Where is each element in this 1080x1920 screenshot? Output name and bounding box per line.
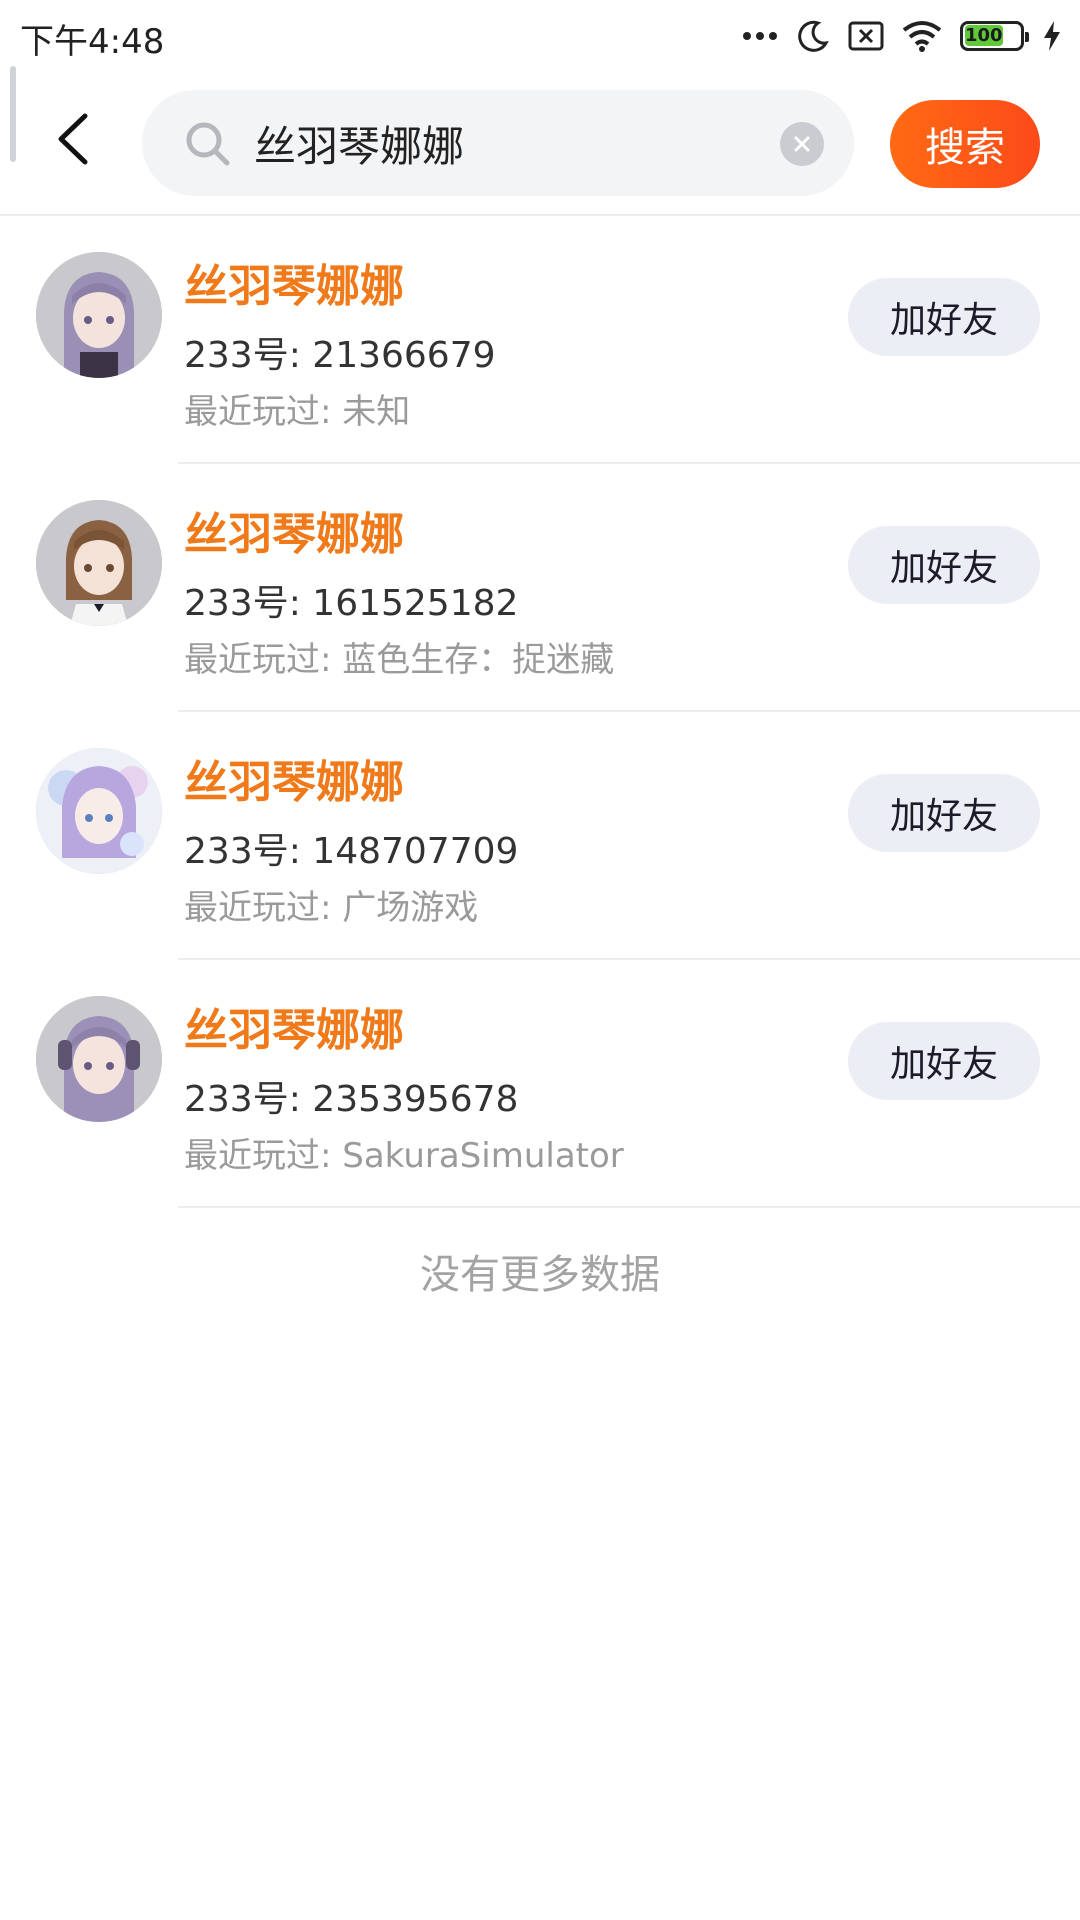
user-name: 丝羽琴娜娜 [184,261,404,312]
back-button[interactable] [40,108,106,174]
more-dots-icon [742,31,778,41]
user-id: 233号: 161525182 [184,583,519,624]
avatar[interactable] [36,252,162,378]
add-friend-button[interactable]: 加好友 [848,278,1040,356]
moon-icon [796,19,830,53]
battery-level: 100 [965,25,1003,46]
add-friend-button[interactable]: 加好友 [848,1022,1040,1100]
charging-icon [1042,20,1062,52]
search-input[interactable] [254,112,754,174]
no-more-data-text: 没有更多数据 [420,1252,660,1298]
recent-played: 最近玩过: 广场游戏 [184,888,479,928]
status-icons: 100 [742,16,1062,56]
add-friend-button[interactable]: 加好友 [848,526,1040,604]
search-button[interactable]: 搜索 [890,100,1040,188]
user-id: 233号: 235395678 [184,1079,519,1120]
add-friend-button[interactable]: 加好友 [848,774,1040,852]
list-item[interactable]: 丝羽琴娜娜 233号: 161525182 最近玩过: 蓝色生存：捉迷藏 加好友 [0,464,1080,712]
list-item[interactable]: 丝羽琴娜娜 233号: 148707709 最近玩过: 广场游戏 加好友 [0,712,1080,960]
user-id: 233号: 148707709 [184,831,519,872]
user-name: 丝羽琴娜娜 [184,757,404,808]
user-id: 233号: 21366679 [184,335,496,376]
list-item[interactable]: 丝羽琴娜娜 233号: 21366679 最近玩过: 未知 加好友 [0,216,1080,464]
clear-circle-icon[interactable] [780,122,824,166]
avatar[interactable] [36,748,162,874]
results-list: 丝羽琴娜娜 233号: 21366679 最近玩过: 未知 加好友 丝羽琴娜娜 … [0,216,1080,1208]
battery-icon: 100 [960,21,1029,51]
row-divider [178,1206,1080,1208]
sim-x-icon [848,21,884,51]
recent-played: 最近玩过: 未知 [184,392,411,432]
search-header: 搜索 [0,72,1080,216]
chevron-left-icon [55,112,91,170]
avatar[interactable] [36,500,162,626]
avatar[interactable] [36,996,162,1122]
list-item[interactable]: 丝羽琴娜娜 233号: 235395678 最近玩过: SakuraSimula… [0,960,1080,1208]
wifi-icon [902,20,942,52]
recent-played: 最近玩过: SakuraSimulator [184,1136,624,1176]
status-bar: 下午4:48 100 [0,0,1080,72]
status-time: 下午4:48 [20,22,165,62]
search-icon [184,120,232,168]
user-name: 丝羽琴娜娜 [184,509,404,560]
user-name: 丝羽琴娜娜 [184,1005,404,1056]
recent-played: 最近玩过: 蓝色生存：捉迷藏 [184,640,615,680]
search-box[interactable] [142,90,854,196]
